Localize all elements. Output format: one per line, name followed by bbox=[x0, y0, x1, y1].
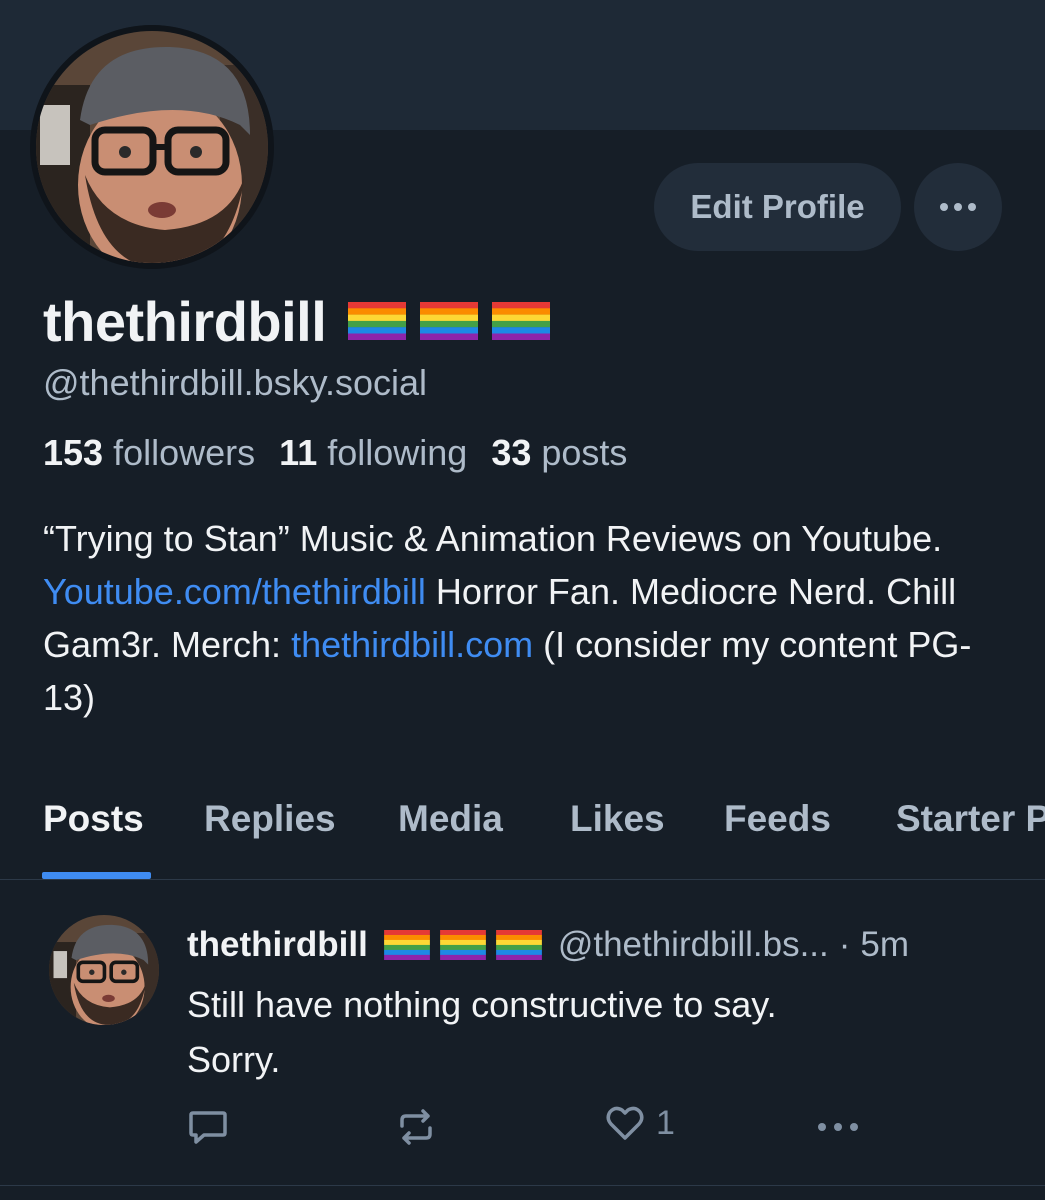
post-author-handle[interactable]: @thethirdbill.bs... bbox=[558, 925, 829, 965]
edit-profile-button[interactable]: Edit Profile bbox=[654, 163, 901, 251]
rainbow-flag-icon bbox=[383, 930, 430, 960]
posts-label: posts bbox=[541, 432, 628, 473]
more-icon bbox=[940, 203, 976, 211]
more-icon bbox=[818, 1123, 858, 1131]
following-count: 11 bbox=[279, 432, 318, 473]
reply-icon bbox=[189, 1111, 227, 1144]
repost-icon bbox=[400, 1109, 432, 1145]
flag-emojis bbox=[348, 302, 551, 340]
followers-stat[interactable]: 153 followers bbox=[43, 432, 255, 474]
post-text-line: Still have nothing constructive to say. bbox=[187, 984, 777, 1025]
profile-display-name: thethirdbill bbox=[43, 283, 551, 359]
tab-posts[interactable]: Posts bbox=[43, 798, 144, 840]
post-more-button[interactable] bbox=[815, 1106, 861, 1148]
tab-likes[interactable]: Likes bbox=[570, 798, 665, 840]
rainbow-flag-icon bbox=[420, 302, 479, 340]
profile-page: Edit Profile thethirdbill @thethirdbill.… bbox=[0, 0, 1045, 1200]
rainbow-flag-icon bbox=[492, 302, 551, 340]
post-text-line: Sorry. bbox=[187, 1039, 281, 1080]
youtube-link[interactable]: Youtube.com/thethirdbill bbox=[43, 571, 426, 612]
active-tab-indicator bbox=[42, 872, 151, 879]
display-name-text: thethirdbill bbox=[43, 289, 327, 353]
reply-button[interactable] bbox=[187, 1106, 229, 1148]
rainbow-flag-icon bbox=[348, 302, 407, 340]
post-timestamp[interactable]: 5m bbox=[860, 925, 909, 965]
flag-emojis bbox=[383, 930, 542, 960]
tab-starter-packs[interactable]: Starter Packs bbox=[896, 798, 1045, 840]
profile-tabs: Posts Replies Media Likes Feeds Starter … bbox=[0, 770, 1045, 880]
tab-feeds[interactable]: Feeds bbox=[724, 798, 831, 840]
post-actions: 1 bbox=[0, 1102, 1045, 1152]
website-link[interactable]: thethirdbill.com bbox=[291, 624, 533, 665]
following-stat[interactable]: 11 following bbox=[279, 432, 467, 474]
post-divider bbox=[0, 1185, 1045, 1186]
tab-media[interactable]: Media bbox=[398, 798, 503, 840]
like-button[interactable]: 1 bbox=[604, 1102, 675, 1144]
rainbow-flag-icon bbox=[495, 930, 542, 960]
followers-count: 153 bbox=[43, 432, 104, 473]
heart-icon bbox=[606, 1106, 644, 1140]
following-label: following bbox=[327, 432, 468, 473]
post-item[interactable]: thethirdbill @thethirdbill.bs... · 5m St… bbox=[0, 880, 1045, 1200]
rainbow-flag-icon bbox=[439, 930, 486, 960]
followers-label: followers bbox=[113, 432, 256, 473]
bio-text: “Trying to Stan” Music & Animation Revie… bbox=[43, 518, 943, 559]
profile-stats: 153 followers 11 following 33 posts bbox=[43, 432, 627, 474]
post-author-name[interactable]: thethirdbill bbox=[187, 925, 368, 965]
profile-handle: @thethirdbill.bsky.social bbox=[43, 362, 428, 403]
post-body: Still have nothing constructive to say. … bbox=[187, 977, 1007, 1087]
repost-button[interactable] bbox=[395, 1106, 437, 1148]
posts-count: 33 bbox=[491, 432, 532, 473]
post-separator: · bbox=[838, 925, 851, 964]
post-author-avatar[interactable] bbox=[49, 915, 159, 1025]
tab-replies[interactable]: Replies bbox=[204, 798, 336, 840]
like-count: 1 bbox=[656, 1103, 675, 1142]
post-header: thethirdbill @thethirdbill.bs... · 5m bbox=[187, 920, 909, 970]
profile-avatar[interactable] bbox=[30, 25, 274, 269]
profile-bio: “Trying to Stan” Music & Animation Revie… bbox=[43, 512, 1003, 724]
posts-stat: 33 posts bbox=[491, 432, 627, 474]
profile-more-button[interactable] bbox=[914, 163, 1002, 251]
